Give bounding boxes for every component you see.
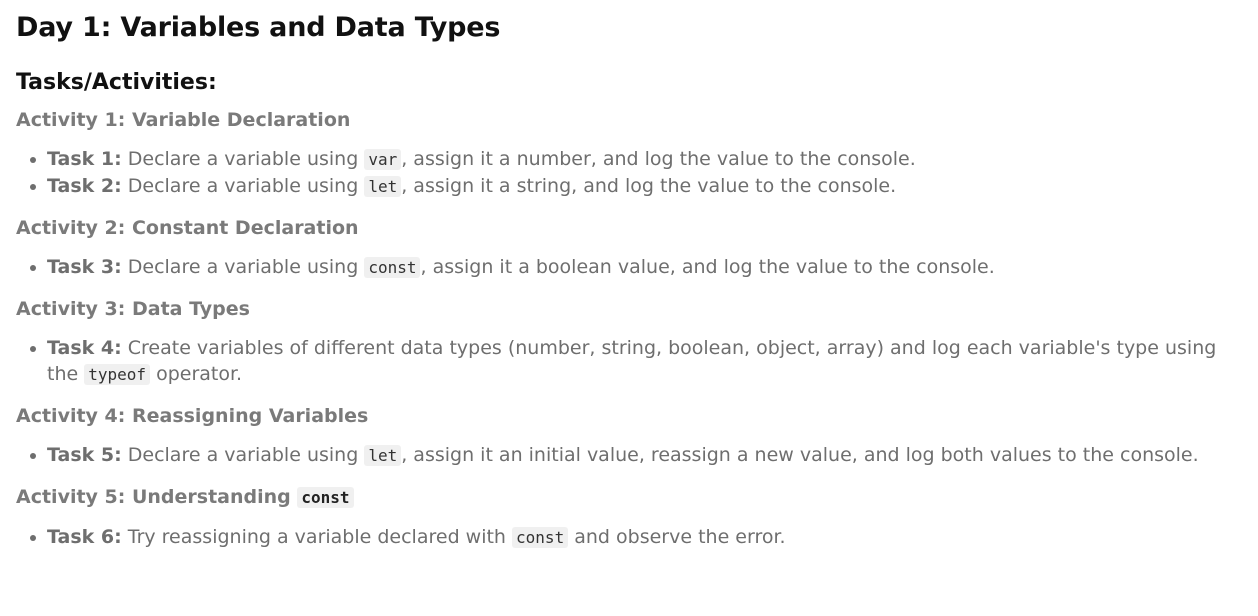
inline-code: typeof — [84, 364, 151, 385]
bullet-icon — [30, 265, 36, 271]
activity-2: Activity 2: Constant Declaration Task 3:… — [16, 214, 1242, 281]
task-text: Try reassigning a variable declared with — [121, 526, 513, 548]
activity-heading: Activity 5: Understanding const — [16, 483, 1242, 512]
task-list: Task 4: Create variables of different da… — [16, 335, 1242, 388]
activity-heading: Activity 3: Data Types — [16, 298, 250, 320]
activity-heading: Activity 4: Reassigning Variables — [16, 405, 369, 427]
inline-code: let — [364, 176, 402, 197]
task-text: , assign it a boolean value, and log the… — [420, 256, 995, 278]
document: Day 1: Variables and Data Types Tasks/Ac… — [0, 0, 1258, 551]
task-text: operator. — [150, 363, 243, 385]
task-list: Task 1: Declare a variable using var, as… — [16, 146, 1242, 200]
task-label: Task 5: — [47, 444, 122, 466]
activity-4: Activity 4: Reassigning Variables Task 5… — [16, 402, 1242, 469]
inline-code: const — [364, 257, 421, 278]
inline-code: const — [512, 527, 569, 548]
inline-code: let — [364, 445, 402, 466]
task-item: Task 2: Declare a variable using let, as… — [16, 173, 1242, 200]
task-item: Task 4: Create variables of different da… — [16, 335, 1242, 388]
task-list: Task 6: Try reassigning a variable decla… — [16, 524, 1242, 551]
bullet-icon — [30, 157, 36, 163]
inline-code: var — [364, 149, 402, 170]
task-label: Task 3: — [47, 256, 122, 278]
page-title: Day 1: Variables and Data Types — [16, 12, 501, 43]
inline-code: const — [297, 487, 354, 508]
task-text: , assign it an initial value, reassign a… — [401, 444, 1199, 466]
task-list: Task 3: Declare a variable using const, … — [16, 254, 1242, 281]
activity-3: Activity 3: Data Types Task 4: Create va… — [16, 295, 1242, 388]
task-text: , assign it a number, and log the value … — [401, 148, 916, 170]
task-label: Task 6: — [47, 526, 122, 548]
section-heading: Tasks/Activities: — [16, 70, 217, 95]
task-item: Task 1: Declare a variable using var, as… — [16, 146, 1242, 173]
task-item: Task 5: Declare a variable using let, as… — [16, 442, 1242, 469]
task-list: Task 5: Declare a variable using let, as… — [16, 442, 1242, 469]
task-item: Task 3: Declare a variable using const, … — [16, 254, 1242, 281]
activity-5: Activity 5: Understanding const Task 6: … — [16, 483, 1242, 551]
task-text: , assign it a string, and log the value … — [401, 175, 897, 197]
activity-heading: Activity 2: Constant Declaration — [16, 217, 359, 239]
task-text: Declare a variable using — [121, 256, 365, 278]
task-text: Declare a variable using — [121, 148, 365, 170]
task-label: Task 1: — [47, 148, 122, 170]
activity-1: Activity 1: Variable Declaration Task 1:… — [16, 106, 1242, 200]
task-label: Task 4: — [47, 337, 122, 359]
task-label: Task 2: — [47, 175, 122, 197]
bullet-icon — [30, 535, 36, 541]
activity-heading: Activity 1: Variable Declaration — [16, 109, 351, 131]
task-text: Declare a variable using — [121, 444, 365, 466]
task-text: and observe the error. — [568, 526, 786, 548]
task-item: Task 6: Try reassigning a variable decla… — [16, 524, 1242, 551]
activity-heading-text: Activity 5: Understanding — [16, 486, 298, 508]
bullet-icon — [30, 184, 36, 190]
task-text: Declare a variable using — [121, 175, 365, 197]
bullet-icon — [30, 346, 36, 352]
bullet-icon — [30, 453, 36, 459]
